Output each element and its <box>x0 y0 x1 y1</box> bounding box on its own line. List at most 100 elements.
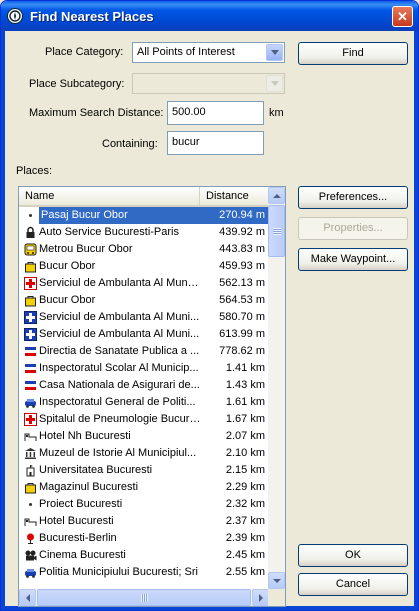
max-distance-input[interactable]: 500.00 <box>167 101 264 125</box>
row-name: Hotel Bucuresti <box>39 515 114 527</box>
row-name: Inspectoratul Scolar Al Municip... <box>39 362 199 374</box>
row-name: Magazinul Bucuresti <box>39 481 139 493</box>
place-category-label: Place Category: <box>45 46 124 58</box>
place-category-select[interactable]: All Points of Interest <box>132 42 285 63</box>
find-nearest-places-dialog: Find Nearest Places ✕ Place Category: Al… <box>0 0 419 611</box>
row-distance: 2.15 km <box>225 464 265 476</box>
list-row[interactable]: Inspectoratul General de Politi... 1.61 k… <box>19 394 269 411</box>
make-waypoint-button[interactable]: Make Waypoint... <box>298 248 408 271</box>
police-car-icon <box>24 396 37 409</box>
police-car-icon <box>24 566 37 579</box>
row-name: Bucur Obor <box>39 294 96 306</box>
list-row[interactable]: Hotel Bucuresti 2.37 km <box>19 513 269 530</box>
close-button[interactable]: ✕ <box>392 6 413 27</box>
row-distance: 443.83 m <box>219 243 265 255</box>
title-bar[interactable]: Find Nearest Places ✕ <box>1 1 418 31</box>
flag-icon <box>24 379 37 392</box>
row-distance: 270.94 m <box>219 209 265 221</box>
chevron-down-icon[interactable] <box>266 44 283 61</box>
list-row[interactable]: Proiect Bucuresti 2.32 km <box>19 496 269 513</box>
scroll-right-button[interactable] <box>252 589 269 606</box>
row-distance: 564.53 m <box>219 294 265 306</box>
row-distance: 1.43 km <box>225 379 265 391</box>
list-row[interactable]: Politia Municipiului Bucuresti; Sri 2.55 … <box>19 564 269 581</box>
row-distance: 562.13 m <box>219 277 265 289</box>
scrollbar-corner <box>268 589 285 606</box>
row-name: Serviciul de Ambulanta Al Muni... <box>39 328 200 340</box>
list-row[interactable]: Metrou Bucur Obor 443.83 m <box>19 241 269 258</box>
cancel-button[interactable]: Cancel <box>298 573 408 596</box>
list-row[interactable]: Bucur Obor 564.53 m <box>19 292 269 309</box>
containing-label: Containing: <box>102 138 158 150</box>
row-name: Muzeul de Istorie Al Municipiul... <box>39 447 197 459</box>
containing-input[interactable]: bucur <box>167 131 264 155</box>
row-distance: 2.10 km <box>225 447 265 459</box>
list-row[interactable]: Serviciul de Ambulanta Al Muni... 613.99 … <box>19 326 269 343</box>
horizontal-scrollbar[interactable] <box>19 589 269 606</box>
column-header-name[interactable]: Name <box>19 187 200 205</box>
scroll-left-button[interactable] <box>19 589 36 606</box>
list-row[interactable]: Hotel Nh Bucuresti 2.07 km <box>19 428 269 445</box>
row-distance: 1.61 km <box>225 396 265 408</box>
university-icon <box>24 464 37 477</box>
vertical-scroll-thumb[interactable] <box>268 205 285 257</box>
dot-icon <box>24 209 37 222</box>
shopping-bag-icon <box>24 260 37 273</box>
shopping-bag-icon <box>24 294 37 307</box>
row-distance: 459.93 m <box>219 260 265 272</box>
row-distance: 613.99 m <box>219 328 265 340</box>
row-name: Inspectoratul General de Politi... <box>39 396 196 408</box>
row-name: Bucur Obor <box>39 260 96 272</box>
list-row[interactable]: Auto Service Bucuresti-Paris 439.92 m <box>19 224 269 241</box>
list-row[interactable]: Bucur Obor 459.93 m <box>19 258 269 275</box>
column-header-distance[interactable]: Distance <box>200 187 269 205</box>
find-button[interactable]: Find <box>298 42 408 65</box>
chevron-down-icon <box>266 75 283 92</box>
list-row[interactable]: Serviciul de Ambulanta Al Munici... 562.1… <box>19 275 269 292</box>
list-row[interactable]: Pasaj Bucur Obor 270.94 m <box>19 207 269 224</box>
red-cross-icon <box>24 413 37 426</box>
horizontal-scroll-thumb[interactable] <box>37 589 251 606</box>
properties-button: Properties... <box>298 217 408 240</box>
place-category-value: All Points of Interest <box>137 46 235 58</box>
places-label: Places: <box>16 165 53 177</box>
flag-icon <box>24 345 37 358</box>
row-name: Cinema Bucuresti <box>39 549 126 561</box>
row-name: Proiect Bucuresti <box>39 498 123 510</box>
list-row[interactable]: Muzeul de Istorie Al Municipiul... 2.10 k… <box>19 445 269 462</box>
row-distance: 2.39 km <box>225 532 265 544</box>
ok-button[interactable]: OK <box>298 544 408 567</box>
list-row[interactable]: Inspectoratul Scolar Al Municip... 1.41 k… <box>19 360 269 377</box>
hotel-icon <box>24 515 37 528</box>
preferences-button[interactable]: Preferences... <box>298 186 408 209</box>
restaurant-icon <box>24 532 37 545</box>
list-row[interactable]: Cinema Bucuresti 2.45 km <box>19 547 269 564</box>
scroll-up-button[interactable] <box>268 187 285 204</box>
scroll-down-button[interactable] <box>268 572 285 589</box>
list-row[interactable]: Spitalul de Pneumologie Bucuresti 1.67 km <box>19 411 269 428</box>
distance-unit-label: km <box>269 107 284 119</box>
list-row[interactable]: Casa Nationala de Asigurari de... 1.43 km <box>19 377 269 394</box>
row-distance: 2.45 km <box>225 549 265 561</box>
place-subcategory-label: Place Subcategory: <box>29 78 125 90</box>
list-row[interactable]: Magazinul Bucuresti 2.29 km <box>19 479 269 496</box>
vertical-scrollbar[interactable] <box>268 187 285 589</box>
places-list[interactable]: Name Distance Pasaj Bucur Obor 270.94 m Au… <box>18 186 286 607</box>
row-name: Casa Nationala de Asigurari de... <box>39 379 200 391</box>
row-distance: 2.32 km <box>225 498 265 510</box>
flag-icon <box>24 362 37 375</box>
row-distance: 2.55 km <box>225 566 265 578</box>
place-subcategory-select <box>132 73 285 94</box>
row-name: Serviciul de Ambulanta Al Munici... <box>39 277 201 289</box>
row-distance: 778.62 m <box>219 345 265 357</box>
list-row[interactable]: Universitatea Bucuresti 2.15 km <box>19 462 269 479</box>
hotel-icon <box>24 430 37 443</box>
list-row[interactable]: Serviciul de Ambulanta Al Muni... 580.70 … <box>19 309 269 326</box>
row-name: Directia de Sanatate Publica a ... <box>39 345 200 357</box>
row-distance: 2.29 km <box>225 481 265 493</box>
list-row[interactable]: Bucuresti-Berlin 2.39 km <box>19 530 269 547</box>
max-distance-label: Maximum Search Distance: <box>29 107 164 119</box>
list-rows: Pasaj Bucur Obor 270.94 m Auto Service Buc… <box>19 207 269 581</box>
list-row[interactable]: Directia de Sanatate Publica a ... 778.62… <box>19 343 269 360</box>
blue-cross-icon <box>24 328 37 341</box>
